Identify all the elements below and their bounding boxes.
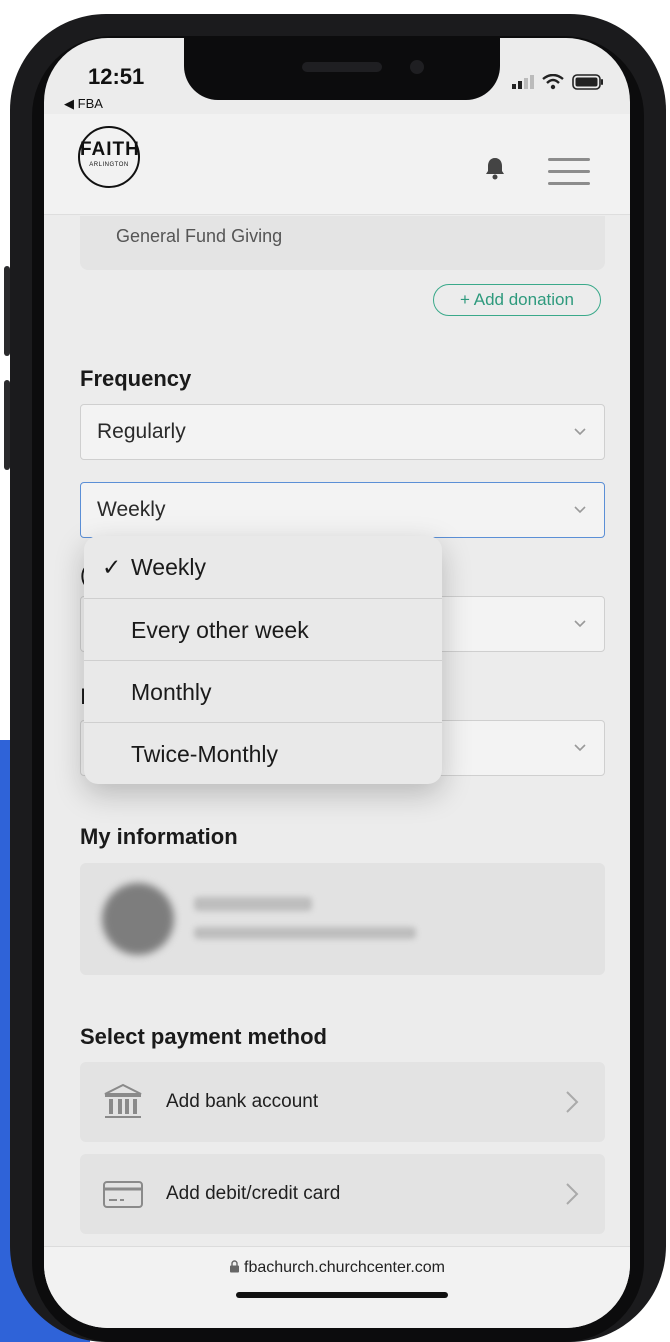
credit-card-icon <box>103 1181 143 1208</box>
chevron-down-icon <box>574 620 586 628</box>
chevron-down-icon <box>574 428 586 436</box>
chevron-down-icon <box>574 744 586 752</box>
payment-method-title: Select payment method <box>80 1024 327 1049</box>
frequency-dropdown-menu: ✓ Weekly Every other week Monthly Twice-… <box>84 536 442 784</box>
add-card-label: Add debit/credit card <box>166 1183 341 1204</box>
add-card-row[interactable]: Add debit/credit card <box>80 1154 605 1234</box>
add-bank-account-row[interactable]: Add bank account <box>80 1062 605 1142</box>
fund-card: General Fund Giving <box>80 216 605 270</box>
blurred-name <box>194 897 312 911</box>
frequency-interval-select[interactable]: Weekly <box>80 482 605 538</box>
wifi-icon <box>542 74 564 90</box>
add-donation-button[interactable]: + Add donation <box>433 284 601 316</box>
phone-side-button-1 <box>4 266 10 356</box>
checkmark-icon: ✓ <box>102 554 122 580</box>
bank-icon <box>104 1083 142 1118</box>
frequency-interval-value: Weekly <box>97 498 166 521</box>
site-header: FAITH ARLINGTON <box>44 114 630 215</box>
status-time: 12:51 <box>88 64 145 89</box>
hamburger-menu-icon[interactable] <box>548 158 590 194</box>
chevron-right-icon <box>566 1091 579 1113</box>
frequency-type-select[interactable]: Regularly <box>80 404 605 460</box>
back-app-label: FBA <box>77 96 103 111</box>
add-bank-account-label: Add bank account <box>166 1091 319 1112</box>
url-display: fbachurch.churchcenter.com <box>44 1259 630 1277</box>
phone-side-button-2 <box>4 380 10 470</box>
dropdown-option-label: Every other week <box>131 617 309 643</box>
dropdown-option-label: Monthly <box>131 679 212 705</box>
fund-name: General Fund Giving <box>116 226 283 246</box>
lock-icon <box>230 1260 239 1273</box>
blurred-email <box>194 927 416 939</box>
dropdown-option-twice-monthly[interactable]: Twice-Monthly <box>84 722 442 784</box>
dropdown-option-weekly[interactable]: ✓ Weekly <box>84 536 442 598</box>
phone-screen: 12:51 ◀ FBA FAITH ARLINGTON General Fund… <box>44 38 630 1328</box>
frequency-type-value: Regularly <box>97 420 186 443</box>
chevron-down-icon <box>574 506 586 514</box>
profile-card[interactable] <box>80 863 605 975</box>
avatar <box>102 883 174 955</box>
faith-arlington-logo[interactable]: FAITH ARLINGTON <box>78 126 140 188</box>
logo-text-sub: ARLINGTON <box>89 162 129 168</box>
dropdown-option-label: Weekly <box>131 554 206 580</box>
browser-url-bar[interactable]: fbachurch.churchcenter.com <box>44 1246 630 1328</box>
my-information-title: My information <box>80 824 238 849</box>
bell-icon[interactable] <box>484 156 506 180</box>
chevron-right-icon <box>566 1183 579 1205</box>
status-icons <box>512 74 604 90</box>
battery-icon <box>572 74 603 90</box>
front-camera <box>410 60 424 74</box>
dropdown-option-label: Twice-Monthly <box>131 741 278 767</box>
frequency-title: Frequency <box>80 366 192 391</box>
logo-text-main: FAITH <box>80 139 140 160</box>
url-text: fbachurch.churchcenter.com <box>244 1259 445 1276</box>
back-arrow-icon: ◀ <box>64 96 74 111</box>
dropdown-option-monthly[interactable]: Monthly <box>84 660 442 722</box>
dropdown-option-every-other-week[interactable]: Every other week <box>84 598 442 660</box>
notch <box>184 38 500 100</box>
back-to-app-link[interactable]: ◀ FBA <box>64 96 103 112</box>
signal-icon <box>512 75 534 89</box>
home-indicator[interactable] <box>236 1292 448 1298</box>
speaker <box>302 62 382 72</box>
